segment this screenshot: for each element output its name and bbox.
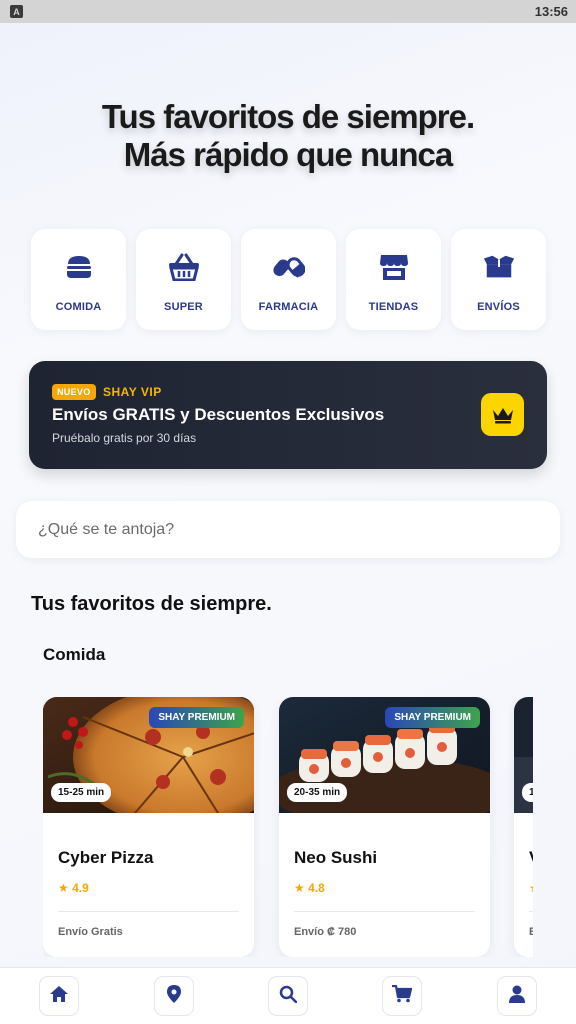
vip-banner[interactable]: NUEVO SHAY VIP Envíos GRATIS y Descuento… [29,361,547,469]
burger-icon [63,251,95,283]
status-bar: A 13:56 [0,0,576,23]
delivery-fee: E [529,926,533,938]
restaurant-card[interactable]: SHAY PREMIUM 15-25 min Cyber Pizza ★ 4.9… [43,697,254,957]
divider [58,911,239,912]
delivery-time-badge: 20-35 min [287,783,348,802]
section-title: Tus favoritos de siempre. [31,593,272,615]
nav-profile[interactable] [496,976,537,1016]
category-super[interactable]: SUPER [136,229,231,330]
divider [529,911,533,912]
category-farmacia[interactable]: FARMACIA [241,229,336,330]
category-list: COMIDA SUPER FARMACIA TIENDAS ENVÍOS [31,229,546,330]
vip-subtitle: Pruébalo gratis por 30 días [52,431,197,445]
status-time: 13:56 [534,4,568,19]
category-label: TIENDAS [368,301,419,313]
hero-title-line2: Más rápido que nunca [123,136,453,173]
store-icon [378,251,410,283]
new-badge: NUEVO [52,384,96,400]
delivery-fee: Envío Gratis [58,926,123,938]
app-notification-icon: A [10,5,23,18]
map-pin-icon [166,984,181,1008]
category-label: SUPER [164,301,203,313]
bottom-nav [0,967,576,1024]
restaurant-rating: ★ 4.8 [294,881,325,895]
restaurant-card[interactable]: 1 V ★ E [514,697,533,957]
nav-search[interactable] [267,976,308,1016]
home-icon [49,985,69,1008]
basket-icon [168,251,200,283]
restaurant-carousel[interactable]: SHAY PREMIUM 15-25 min Cyber Pizza ★ 4.9… [43,697,533,957]
search-box[interactable] [16,501,560,558]
cart-icon [392,984,413,1008]
vip-brand: SHAY VIP [103,385,162,399]
delivery-time-badge: 1 [522,783,533,802]
category-label: COMIDA [55,301,102,313]
restaurant-name: V [529,848,533,868]
category-comida[interactable]: COMIDA [31,229,126,330]
restaurant-name: Cyber Pizza [58,848,154,867]
category-label: FARMACIA [258,301,319,313]
premium-badge: SHAY PREMIUM [149,707,244,728]
restaurant-name: Neo Sushi [294,848,378,867]
delivery-time-badge: 15-25 min [51,783,112,802]
category-tiendas[interactable]: TIENDAS [346,229,441,330]
nav-cart[interactable] [382,976,423,1016]
pills-icon [272,251,305,283]
divider [294,911,475,912]
nav-home[interactable] [39,976,80,1016]
restaurant-rating: ★ 4.9 [58,881,89,895]
hero-title: Tus favoritos de siempre. Más rápido que… [0,98,576,174]
vip-title: Envíos GRATIS y Descuentos Exclusivos [52,405,385,424]
nav-map[interactable] [153,976,194,1016]
search-input[interactable] [38,520,560,539]
premium-badge: SHAY PREMIUM [385,707,480,728]
user-icon [508,985,526,1008]
crown-icon [481,393,524,436]
restaurant-card[interactable]: SHAY PREMIUM 20-35 min Neo Sushi ★ 4.8 E… [279,697,490,957]
delivery-fee: Envío ₡ 780 [294,926,357,938]
category-label: ENVÍOS [477,301,520,313]
category-envios[interactable]: ENVÍOS [451,229,546,330]
box-icon [483,251,515,283]
hero-title-line1: Tus favoritos de siempre. [101,98,475,135]
search-icon [279,985,298,1008]
restaurant-rating: ★ [529,881,533,895]
subsection-title: Comida [43,645,106,664]
